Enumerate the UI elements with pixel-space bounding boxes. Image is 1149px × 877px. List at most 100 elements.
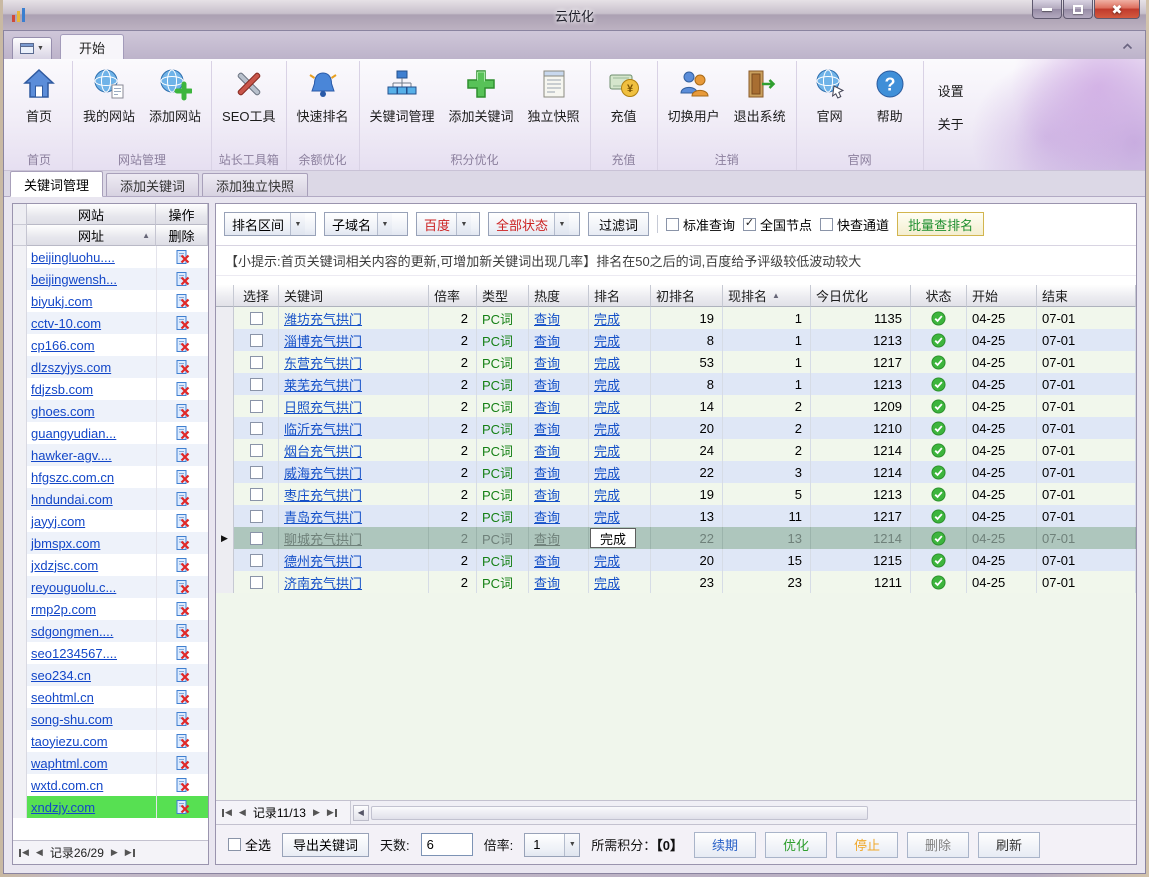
site-link[interactable]: fdjzsb.com	[31, 382, 93, 397]
seo-tools-button[interactable]: SEO工具	[215, 61, 282, 125]
site-link[interactable]: waphtml.com	[31, 756, 108, 771]
row-checkbox[interactable]	[250, 576, 263, 589]
delete-site-button[interactable]	[157, 554, 208, 576]
titlebar[interactable]: 云优化 ✖	[3, 0, 1146, 30]
site-link[interactable]: jbmspx.com	[31, 536, 100, 551]
row-select-cell[interactable]	[234, 373, 279, 395]
add-website-button[interactable]: 添加网站	[142, 61, 208, 125]
site-link[interactable]: beijingluohu....	[31, 250, 115, 265]
site-link[interactable]: wxtd.com.cn	[31, 778, 103, 793]
delete-site-button[interactable]	[157, 466, 208, 488]
delete-site-button[interactable]	[157, 444, 208, 466]
scroll-left-icon[interactable]: ◀	[353, 805, 369, 821]
collapse-ribbon-icon[interactable]	[1122, 38, 1133, 53]
col-header-start[interactable]: 开始	[967, 285, 1037, 307]
row-checkbox[interactable]	[250, 356, 263, 369]
action-button[interactable]: 删除	[907, 832, 969, 858]
delete-site-button[interactable]	[157, 246, 208, 268]
row-select-cell[interactable]	[234, 395, 279, 417]
last-page-icon[interactable]: ▶	[327, 807, 337, 818]
col-header-cur-rank[interactable]: 现排名▲	[723, 285, 811, 307]
add-keyword-button[interactable]: 添加关键词	[442, 61, 521, 125]
rank-status-link[interactable]: 完成	[594, 573, 620, 592]
quick-rank-button[interactable]: 快速排名	[290, 61, 356, 125]
site-link[interactable]: ghoes.com	[31, 404, 95, 419]
rank-status-link[interactable]: 完成	[594, 463, 620, 482]
delete-site-button[interactable]	[157, 268, 208, 290]
maximize-button[interactable]	[1063, 0, 1093, 19]
site-link[interactable]: jxdzjsc.com	[31, 558, 98, 573]
site-link[interactable]: taoyiezu.com	[31, 734, 108, 749]
delete-site-button[interactable]	[157, 686, 208, 708]
status-dropdown[interactable]: 全部状态▼	[488, 212, 580, 236]
first-page-icon[interactable]: ◀	[222, 807, 232, 818]
row-checkbox[interactable]	[250, 488, 263, 501]
keyword-manage-button[interactable]: 关键词管理	[363, 61, 442, 125]
keyword-link[interactable]: 烟台充气拱门	[284, 441, 362, 460]
help-button[interactable]: ? 帮助	[860, 61, 920, 125]
delete-site-button[interactable]	[157, 422, 208, 444]
col-header-rank[interactable]: 排名	[589, 285, 651, 307]
site-row[interactable]: wxtd.com.cn	[13, 774, 208, 796]
rank-status-link[interactable]: 完成	[594, 353, 620, 372]
site-row[interactable]: reyouguolu.c...	[13, 576, 208, 598]
row-select-cell[interactable]	[234, 439, 279, 461]
minimize-button[interactable]	[1032, 0, 1062, 19]
rank-status-link[interactable]: 完成	[594, 397, 620, 416]
site-link[interactable]: hawker-agv....	[31, 448, 112, 463]
grid-row[interactable]: 淄博充气拱门 2 PC词 查询 完成 8 1 1213 04-25 07-01	[216, 329, 1136, 351]
keyword-link[interactable]: 青岛充气拱门	[284, 507, 362, 526]
rank-status-link[interactable]: 完成	[594, 485, 620, 504]
keyword-link[interactable]: 德州充气拱门	[284, 551, 362, 570]
row-select-cell[interactable]	[234, 505, 279, 527]
site-link[interactable]: seo1234567....	[31, 646, 117, 661]
row-select-cell[interactable]	[234, 329, 279, 351]
site-link[interactable]: dlzszyjys.com	[31, 360, 111, 375]
hot-query-link[interactable]: 查询	[534, 529, 560, 548]
rank-status-link[interactable]: 完成	[594, 419, 620, 438]
keyword-link[interactable]: 日照充气拱门	[284, 397, 362, 416]
rank-status-link[interactable]: 完成	[594, 551, 620, 570]
keyword-link[interactable]: 东营充气拱门	[284, 353, 362, 372]
site-link[interactable]: song-shu.com	[31, 712, 113, 727]
site-row[interactable]: jxdzjsc.com	[13, 554, 208, 576]
last-page-icon[interactable]: ▶	[125, 847, 135, 858]
site-row[interactable]: hndundai.com	[13, 488, 208, 510]
batch-rank-query-button[interactable]: 批量查排名	[897, 212, 984, 236]
row-checkbox[interactable]	[250, 334, 263, 347]
url-col-header[interactable]: 网址▲	[27, 225, 156, 246]
delete-site-button[interactable]	[157, 510, 208, 532]
row-checkbox[interactable]	[250, 554, 263, 567]
site-col-header[interactable]: 网站	[27, 204, 156, 225]
ribbon-tab-start[interactable]: 开始	[60, 34, 124, 59]
row-checkbox[interactable]	[250, 400, 263, 413]
grid-row[interactable]: 威海充气拱门 2 PC词 查询 完成 22 3 1214 04-25 07-01	[216, 461, 1136, 483]
hot-query-link[interactable]: 查询	[534, 463, 560, 482]
keyword-link[interactable]: 枣庄充气拱门	[284, 485, 362, 504]
my-websites-button[interactable]: 我的网站	[76, 61, 142, 125]
site-row[interactable]: beijingluohu....	[13, 246, 208, 268]
hot-query-link[interactable]: 查询	[534, 353, 560, 372]
delete-site-button[interactable]	[157, 290, 208, 312]
site-row[interactable]: hawker-agv....	[13, 444, 208, 466]
site-row[interactable]: cctv-10.com	[13, 312, 208, 334]
hot-query-link[interactable]: 查询	[534, 375, 560, 394]
delete-site-button[interactable]	[157, 664, 208, 686]
site-link[interactable]: biyukj.com	[31, 294, 92, 309]
keyword-link[interactable]: 莱芜充气拱门	[284, 375, 362, 394]
about-button[interactable]: 关于	[938, 114, 964, 133]
site-row[interactable]: dlzszyjys.com	[13, 356, 208, 378]
site-row[interactable]: jayyj.com	[13, 510, 208, 532]
site-row[interactable]: beijingwensh...	[13, 268, 208, 290]
hot-query-link[interactable]: 查询	[534, 507, 560, 526]
row-select-cell[interactable]	[234, 307, 279, 329]
row-checkbox[interactable]	[250, 444, 263, 457]
export-keywords-button[interactable]: 导出关键词	[282, 833, 369, 857]
standard-query-checkbox[interactable]: 标准查询	[666, 215, 735, 234]
hot-query-link[interactable]: 查询	[534, 309, 560, 328]
grid-row[interactable]: ▶ 聊城充气拱门 2 PC词 查询 完成 22 13 1214 04-25 07…	[216, 527, 1136, 549]
tab-keyword-manage[interactable]: 关键词管理	[10, 171, 103, 197]
grid-row[interactable]: 济南充气拱门 2 PC词 查询 完成 23 23 1211 04-25 07-0…	[216, 571, 1136, 593]
row-checkbox[interactable]	[250, 378, 263, 391]
scrollbar-thumb[interactable]	[371, 806, 868, 820]
